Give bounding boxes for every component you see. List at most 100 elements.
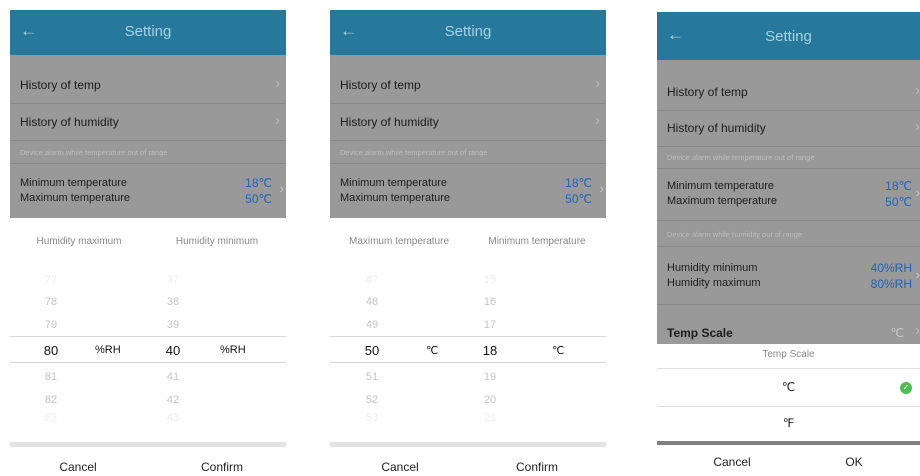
scale-option-fahrenheit[interactable]: ℉ xyxy=(657,408,920,440)
wheel-item[interactable]: 48 xyxy=(355,296,389,308)
wheel-item[interactable]: 17 xyxy=(473,319,507,331)
dimmed-settings-list: History of temp › History of humidity › … xyxy=(330,55,606,218)
max-temp-label: Maximum temperature xyxy=(20,192,131,204)
cancel-button[interactable]: Cancel xyxy=(38,460,118,474)
wheel-selected-item[interactable]: 40 xyxy=(156,343,190,358)
chevron-right-icon: › xyxy=(915,267,920,282)
chevron-right-icon: › xyxy=(915,118,920,135)
ok-button[interactable]: OK xyxy=(819,455,889,469)
wheel-item[interactable]: 16 xyxy=(473,296,507,308)
humidity-min-label: Humidity minimum xyxy=(667,262,758,274)
wheel-item[interactable]: 15 xyxy=(473,274,507,286)
wheel-item[interactable]: 53 xyxy=(355,412,389,424)
divider xyxy=(657,168,920,169)
humidity-alarm-note: Device alarm while humidity out of range xyxy=(667,230,803,239)
option-label: ℉ xyxy=(782,416,795,430)
divider xyxy=(657,220,920,221)
selection-line-top xyxy=(10,336,286,337)
scale-option-celsius[interactable]: ℃ ✓ xyxy=(657,372,920,404)
chevron-right-icon: › xyxy=(275,75,280,92)
wheel-item[interactable]: 49 xyxy=(355,319,389,331)
max-temp-value: 50℃ xyxy=(245,192,272,206)
divider xyxy=(657,246,920,247)
chevron-right-icon: › xyxy=(599,181,604,196)
picker-header-right: Minimum temperature xyxy=(488,236,586,247)
temp-scale-dialog: Temp Scale ℃ ✓ ℉ Cancel OK xyxy=(657,344,920,476)
temp-scale-value: ℃ xyxy=(890,326,904,340)
wheel-item[interactable]: 42 xyxy=(156,394,190,406)
cancel-button[interactable]: Cancel xyxy=(360,460,440,474)
selection-line-top xyxy=(330,336,606,337)
max-temp-label: Maximum temperature xyxy=(667,195,778,207)
wheel-item[interactable]: 37 xyxy=(156,274,190,286)
temp-scale-row[interactable]: Temp Scale ℃ › xyxy=(657,322,920,344)
max-temp-label: Maximum temperature xyxy=(340,192,451,204)
min-temp-label: Minimum temperature xyxy=(20,177,127,189)
humidity-max-value: 80%RH xyxy=(870,277,912,291)
app-bar: ← Setting xyxy=(10,10,286,55)
divider-bar xyxy=(657,441,920,445)
chevron-right-icon: › xyxy=(915,322,920,339)
wheel-selected-item[interactable]: 50 xyxy=(355,343,389,358)
min-temp-label: Minimum temperature xyxy=(667,180,774,192)
app-bar: ← Setting xyxy=(330,10,606,55)
selection-line-bottom xyxy=(10,362,286,363)
humidity-picker-sheet: Humidity maximum Humidity minimum 77 78 … xyxy=(10,218,286,476)
cancel-button[interactable]: Cancel xyxy=(697,455,767,469)
wheel-item[interactable]: 39 xyxy=(156,319,190,331)
wheel-item[interactable]: 41 xyxy=(156,371,190,383)
unit-label: ℃ xyxy=(426,345,439,357)
option-label: ℃ xyxy=(781,380,796,394)
wheel-item[interactable]: 83 xyxy=(34,412,68,424)
wheel-item[interactable]: 19 xyxy=(473,371,507,383)
chevron-right-icon: › xyxy=(915,185,920,200)
wheel-item[interactable]: 20 xyxy=(473,394,507,406)
wheel-item[interactable]: 43 xyxy=(156,412,190,424)
divider xyxy=(10,103,286,104)
wheel-item[interactable]: 81 xyxy=(34,371,68,383)
min-temp-label: Minimum temperature xyxy=(340,177,447,189)
confirm-button[interactable]: Confirm xyxy=(182,460,262,474)
chevron-right-icon: › xyxy=(279,181,284,196)
wheel-selected-item[interactable]: 18 xyxy=(473,343,507,358)
divider xyxy=(10,140,286,141)
app-bar: ← Setting xyxy=(657,12,920,60)
confirm-button[interactable]: Confirm xyxy=(497,460,577,474)
picker-header-right: Humidity minimum xyxy=(175,236,259,247)
max-temp-value: 50℃ xyxy=(885,195,912,209)
divider xyxy=(330,103,606,104)
wheel-item[interactable]: 79 xyxy=(34,319,68,331)
page-title: Setting xyxy=(765,28,812,45)
page-title: Setting xyxy=(444,23,492,40)
divider xyxy=(657,406,920,407)
unit-label: %RH xyxy=(95,344,121,356)
wheel-item[interactable]: 78 xyxy=(34,296,68,308)
picker-header-left: Maximum temperature xyxy=(348,236,450,247)
wheel-item[interactable]: 51 xyxy=(355,371,389,383)
wheel-item[interactable]: 21 xyxy=(473,412,507,424)
wheel-selected-item[interactable]: 80 xyxy=(34,343,68,358)
max-temp-value: 50℃ xyxy=(565,192,592,206)
dimmed-settings-list: History of temp › History of humidity › … xyxy=(10,55,286,218)
selection-line-bottom xyxy=(330,362,606,363)
divider xyxy=(330,140,606,141)
screen-temperature-picker: ← Setting History of temp › History of h… xyxy=(330,10,606,476)
history-temp-label: History of temp xyxy=(340,78,421,92)
picker-header-left: Humidity maximum xyxy=(36,236,122,247)
dimmed-settings-list: History of temp › History of humidity › … xyxy=(657,60,920,344)
temp-alarm-note: Device alarm while temperature out of ra… xyxy=(20,148,168,157)
wheel-item[interactable]: 77 xyxy=(34,274,68,286)
wheel-item[interactable]: 38 xyxy=(156,296,190,308)
humidity-min-value: 40%RH xyxy=(870,261,912,275)
min-temp-value: 18℃ xyxy=(885,179,912,193)
divider xyxy=(10,163,286,164)
divider xyxy=(330,163,606,164)
wheel-item[interactable]: 82 xyxy=(34,394,68,406)
divider-bar xyxy=(330,442,606,447)
chevron-right-icon: › xyxy=(595,75,600,92)
screen-humidity-picker: ← Setting History of temp › History of h… xyxy=(10,10,286,476)
chevron-right-icon: › xyxy=(595,112,600,129)
wheel-item[interactable]: 47 xyxy=(355,274,389,286)
wheel-item[interactable]: 52 xyxy=(355,394,389,406)
temp-alarm-note: Device alarm while temperature out of ra… xyxy=(340,148,488,157)
